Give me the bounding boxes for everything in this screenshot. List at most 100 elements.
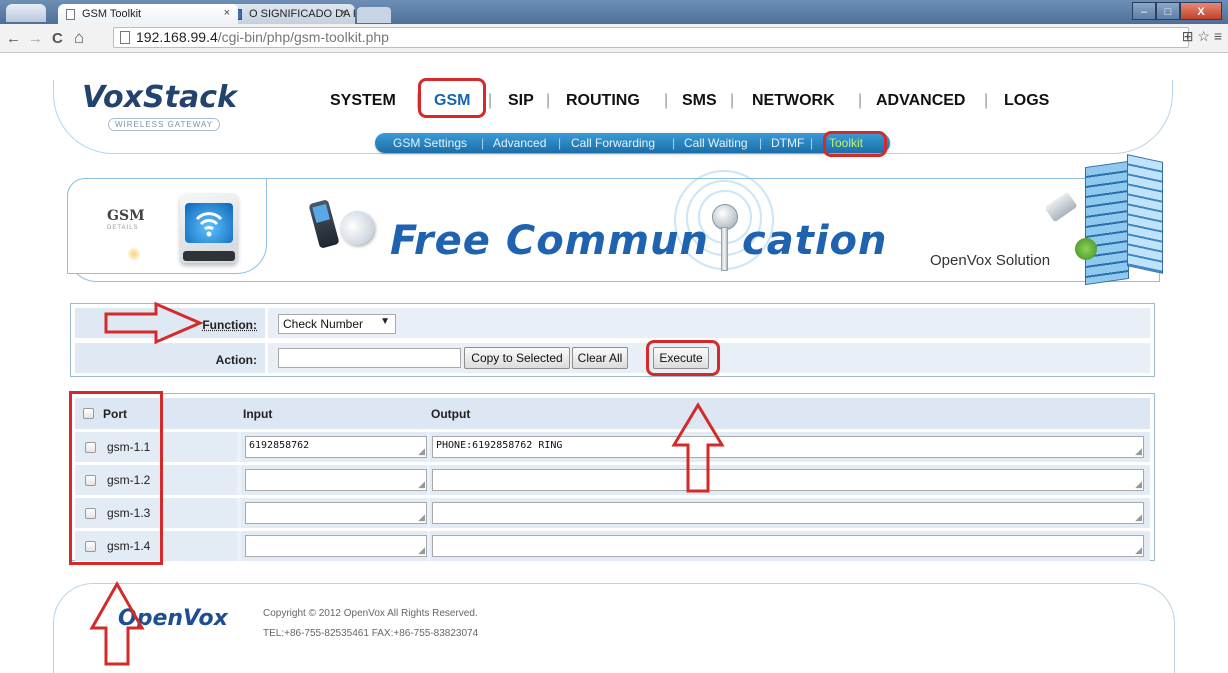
nav-sms[interactable]: SMS — [682, 92, 717, 110]
glow-decoration — [128, 248, 140, 260]
input-cell: 6192858762 ◢ — [241, 432, 427, 462]
table-row: gsm-1.2 ◢ ◢ — [75, 465, 1150, 495]
input-textarea[interactable]: ◢ — [245, 469, 427, 491]
nav-separator: | — [664, 92, 669, 109]
home-icon[interactable]: ⌂ — [74, 28, 84, 48]
subnav-dtmf[interactable]: DTMF — [771, 136, 804, 150]
nav-separator: | — [858, 92, 863, 109]
table-row: gsm-1.4 ◢ ◢ — [75, 531, 1150, 561]
output-textarea[interactable]: ◢ — [432, 469, 1144, 491]
output-value: PHONE:6192858762 RING — [436, 440, 563, 451]
tab-title: O SIGNIFICADO DA PALA — [249, 8, 355, 20]
nav-logs[interactable]: LOGS — [1004, 92, 1049, 110]
input-cell: ◢ — [241, 498, 427, 528]
minimize-button[interactable]: – — [1132, 2, 1156, 20]
input-value: 6192858762 — [249, 440, 310, 451]
company-name: OpenVox Solution — [930, 252, 1051, 269]
nav-routing[interactable]: ROUTING — [566, 92, 640, 110]
nav-network[interactable]: NETWORK — [752, 92, 835, 110]
maximize-button[interactable]: □ — [1156, 2, 1180, 20]
output-cell: ◢ — [430, 531, 1150, 561]
input-textarea[interactable]: 6192858762 ◢ — [245, 436, 427, 458]
url-host: 192.168.99.4 — [136, 29, 218, 45]
copy-to-selected-button[interactable]: Copy to Selected — [464, 347, 570, 369]
function-select[interactable]: Check Number ▼ — [278, 314, 396, 334]
function-row: Function: Check Number ▼ — [75, 308, 1150, 338]
resize-grip-icon[interactable]: ◢ — [418, 447, 425, 457]
slogan-part-2: cation — [742, 218, 888, 264]
output-column-header: Output — [431, 407, 471, 421]
resize-grip-icon[interactable]: ◢ — [1135, 513, 1142, 523]
annotation-box-gsm — [418, 78, 486, 118]
resize-grip-icon[interactable]: ◢ — [1135, 546, 1142, 556]
resize-grip-icon[interactable]: ◢ — [418, 513, 425, 523]
phone-satellite-icon — [306, 195, 379, 261]
annotation-arrow-up-ports-icon — [89, 580, 145, 666]
subnav-separator: | — [672, 136, 676, 150]
browser-menu-icons[interactable]: ⊞ ☆ ≡ — [1182, 28, 1222, 45]
action-label-cell: Action: — [75, 343, 265, 373]
reload-icon[interactable]: C — [52, 30, 63, 47]
subnav-call-waiting[interactable]: Call Waiting — [684, 136, 748, 150]
input-textarea[interactable]: ◢ — [245, 535, 427, 557]
subnav-call-forwarding[interactable]: Call Forwarding — [571, 136, 655, 150]
subnav-separator: | — [481, 136, 485, 150]
subnav-advanced[interactable]: Advanced — [493, 136, 546, 150]
page-icon — [120, 31, 130, 44]
forward-icon[interactable]: → — [28, 30, 43, 47]
port-table: Port Input Output gsm-1.1 6192858762 ◢ P… — [70, 393, 1155, 561]
subnav-gsm-settings[interactable]: GSM Settings — [393, 136, 467, 150]
resize-grip-icon[interactable]: ◢ — [1135, 480, 1142, 490]
tab-title: GSM Toolkit — [82, 8, 142, 20]
resize-grip-icon[interactable]: ◢ — [418, 546, 425, 556]
back-icon[interactable]: ← — [6, 30, 21, 47]
action-row: Action: Copy to Selected Clear All Execu… — [75, 343, 1150, 373]
output-cell: ◢ — [430, 498, 1150, 528]
building-icon — [1044, 154, 1163, 286]
address-bar[interactable]: 192.168.99.4/cgi-bin/php/gsm-toolkit.php — [113, 27, 1189, 48]
subnav-separator: | — [759, 136, 763, 150]
browser-tab-strip: O SIGNIFICADO DA PALA × GSM Toolkit × – … — [0, 0, 1228, 24]
output-cell: ◢ — [430, 465, 1150, 495]
input-cell: ◢ — [241, 531, 427, 561]
output-cell: PHONE:6192858762 RING ◢ — [430, 432, 1150, 462]
nav-system[interactable]: SYSTEM — [330, 92, 396, 110]
nav-sip[interactable]: SIP — [508, 92, 534, 110]
annotation-box-execute — [646, 340, 720, 376]
tab-o-significado[interactable]: O SIGNIFICADO DA PALA × — [225, 4, 355, 24]
close-tab-icon[interactable]: × — [341, 7, 347, 19]
logo-tagline: WIRELESS GATEWAY — [108, 118, 221, 131]
browser-menu-icon[interactable] — [6, 4, 46, 22]
close-tab-icon[interactable]: × — [224, 7, 230, 19]
page-favicon-icon — [66, 9, 75, 20]
function-selected-value: Check Number — [283, 317, 364, 331]
wireless-device-icon — [180, 193, 238, 263]
nav-separator: | — [984, 92, 989, 109]
action-input[interactable] — [278, 348, 461, 368]
nav-advanced[interactable]: ADVANCED — [876, 92, 965, 110]
url-path: /cgi-bin/php/gsm-toolkit.php — [217, 29, 389, 45]
window-controls: – □ X — [1132, 2, 1222, 20]
output-textarea[interactable]: PHONE:6192858762 RING ◢ — [432, 436, 1144, 458]
resize-grip-icon[interactable]: ◢ — [418, 480, 425, 490]
table-row: gsm-1.1 6192858762 ◢ PHONE:6192858762 RI… — [75, 432, 1150, 462]
action-label: Action: — [215, 353, 257, 367]
close-window-button[interactable]: X — [1180, 2, 1222, 20]
output-textarea[interactable]: ◢ — [432, 535, 1144, 557]
voxstack-logo: VoxStack — [82, 80, 237, 115]
clear-all-button[interactable]: Clear All — [572, 347, 628, 369]
output-textarea[interactable]: ◢ — [432, 502, 1144, 524]
annotation-box-ports — [69, 391, 163, 565]
tab-gsm-toolkit[interactable]: GSM Toolkit × — [58, 4, 238, 24]
annotation-arrow-up-execute-icon — [671, 402, 725, 493]
function-value-cell: Check Number ▼ — [268, 308, 1150, 338]
annotation-arrow-right-icon — [104, 301, 204, 345]
resize-grip-icon[interactable]: ◢ — [1135, 447, 1142, 457]
section-title: GSM — [107, 208, 145, 224]
input-cell: ◢ — [241, 465, 427, 495]
new-tab-button[interactable] — [357, 7, 391, 23]
input-textarea[interactable]: ◢ — [245, 502, 427, 524]
chevron-down-icon: ▼ — [380, 316, 390, 327]
nav-separator: | — [546, 92, 551, 109]
slogan-part-1: Free Commun — [390, 218, 709, 264]
